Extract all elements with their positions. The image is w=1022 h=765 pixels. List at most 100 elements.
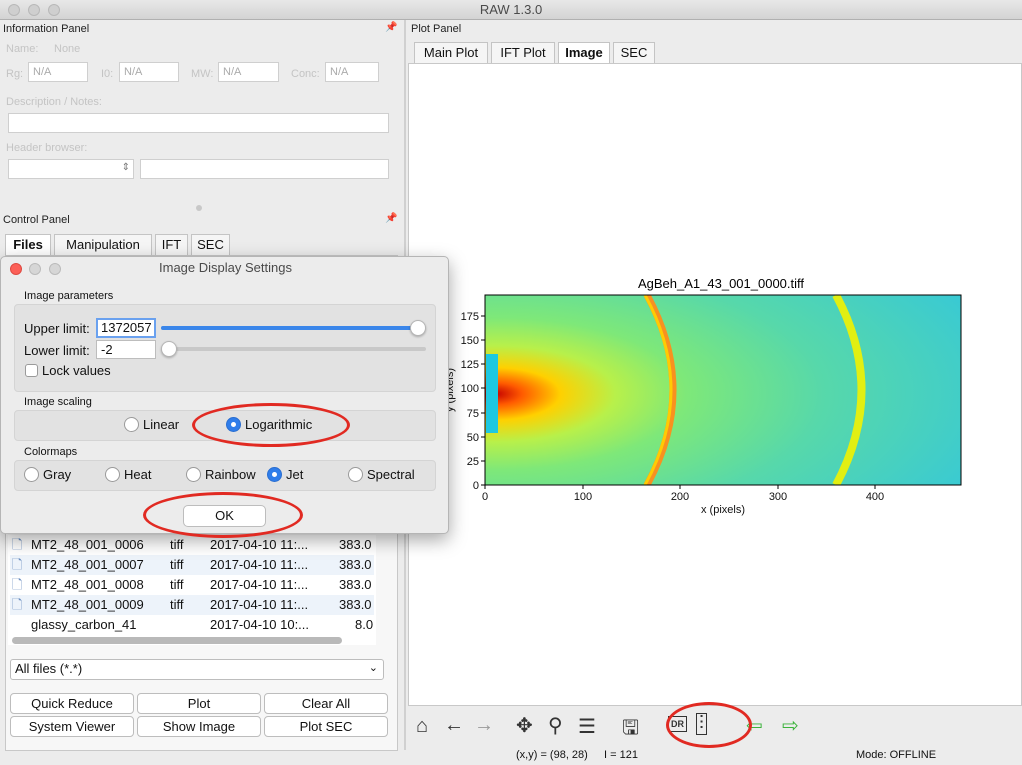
image-settings-icon[interactable]: ⫶ [696,713,707,735]
tab-image[interactable]: Image [558,42,610,63]
horizontal-scrollbar[interactable] [12,637,342,644]
stepper-icon: ⇕ [121,162,130,173]
file-icon: 🗋 [12,537,23,552]
sliders-icon[interactable]: ☰ [578,714,596,739]
spectral-label: Spectral [367,467,415,482]
image-background [485,295,961,485]
header-browser-label: Header browser: [6,142,88,154]
list-item[interactable]: 🗋 MT2_48_001_0007 tiff 2017-04-10 11:...… [10,555,374,575]
information-panel-title: Information Panel [3,23,90,35]
beamstop-shadow [486,354,498,433]
file-filter-select[interactable]: All files (*.*) ⌄ [10,659,384,680]
tab-ift[interactable]: IFT [155,234,188,255]
mode-status: Mode: OFFLINE [856,749,937,761]
save-icon[interactable]: 🖫 [622,713,639,747]
forward-arrow-icon[interactable]: → [474,714,494,737]
image-parameters-label: Image parameters [24,290,114,302]
tab-ift-plot[interactable]: IFT Plot [491,42,555,63]
y-tick-label: 75 [467,408,479,420]
show-image-button[interactable]: Show Image [137,716,261,737]
window-titlebar: RAW 1.3.0 [0,0,1022,20]
file-filter-value: All files (*.*) [15,661,83,676]
heat-radio[interactable] [105,467,120,482]
logarithmic-label: Logarithmic [245,417,313,432]
list-item[interactable]: 🗋 MT2_48_001_0009 tiff 2017-04-10 11:...… [10,595,374,615]
dialog-title: Image Display Settings [159,260,292,275]
rg-field[interactable]: N/A [28,62,88,82]
upper-limit-slider[interactable] [410,320,426,336]
description-field[interactable] [8,113,389,133]
window-title: RAW 1.3.0 [479,2,543,17]
gray-radio[interactable] [24,467,39,482]
home-icon[interactable]: ⌂ [416,715,428,738]
lock-values-label: Lock values [42,363,111,378]
zoom-icon[interactable]: ⚲ [548,713,563,738]
minimize-window-icon[interactable] [28,4,40,16]
file-icon: 🗋 [12,557,23,572]
detector-image [485,295,961,485]
rainbow-label: Rainbow [205,467,256,482]
tab-sec[interactable]: SEC [613,42,655,63]
next-green-icon[interactable]: ⇨ [782,713,799,738]
description-label: Description / Notes: [6,96,102,108]
header-browser-select[interactable]: ⇕ [8,159,134,179]
chevron-down-icon: ⌄ [368,662,378,674]
image-plot-area[interactable]: AgBeh_A1_43_001_0000.tiff 0 100 200 300 … [408,63,1022,706]
gray-label: Gray [43,467,72,482]
tab-main-plot[interactable]: Main Plot [414,42,488,63]
upper-limit-track [161,320,426,336]
dr-icon[interactable]: DR [668,716,687,732]
tab-sec[interactable]: SEC [191,234,230,255]
image-figure: AgBeh_A1_43_001_0000.tiff 0 100 200 300 … [444,276,962,516]
system-viewer-button[interactable]: System Viewer [10,716,134,737]
x-tick-label: 100 [574,491,592,503]
x-tick-label: 200 [671,491,689,503]
linear-radio[interactable] [124,417,139,432]
spectral-radio[interactable] [348,467,363,482]
image-display-settings-dialog: Image Display Settings Image parameters … [0,256,449,534]
header-value-field[interactable] [140,159,389,179]
linear-label: Linear [143,417,180,432]
quick-reduce-button[interactable]: Quick Reduce [10,693,134,714]
file-list[interactable]: 🗋 MT2_48_001_0006 tiff 2017-04-10 11:...… [8,535,376,645]
logarithmic-radio[interactable] [226,417,241,432]
back-arrow-icon[interactable]: ← [444,714,464,737]
image-scaling-group [14,410,436,441]
conc-field[interactable]: N/A [325,62,379,82]
plot-sec-button[interactable]: Plot SEC [264,716,388,737]
plot-button[interactable]: Plot [137,693,261,714]
tab-manipulation[interactable]: Manipulation [54,234,152,255]
mw-field[interactable]: N/A [218,62,279,82]
rainbow-radio[interactable] [186,467,201,482]
pin-icon[interactable]: 📌 [385,22,397,33]
lower-limit-field[interactable]: -2 [96,340,156,359]
ok-button[interactable]: OK [183,505,266,527]
lower-limit-slider[interactable] [161,341,177,357]
jet-radio[interactable] [267,467,282,482]
list-item[interactable]: glassy_carbon_41 2017-04-10 10:... 8.0 [10,615,374,635]
lock-values-checkbox[interactable] [25,364,38,377]
i0-field[interactable]: N/A [119,62,179,82]
control-panel-title: Control Panel [3,214,70,226]
list-item[interactable]: 🗋 MT2_48_001_0006 tiff 2017-04-10 11:...… [10,535,374,555]
clear-all-button[interactable]: Clear All [264,693,388,714]
plot-toolbar: ⌂ ← → ✥ ⚲ ☰ 🖫 DR ⫶ ⇦ ⇨ [408,706,1022,748]
close-window-icon[interactable] [8,4,20,16]
upper-limit-field[interactable]: 1372057 [96,318,156,338]
pan-icon[interactable]: ✥ [516,713,533,738]
y-axis-ticks: 0 25 50 75 100 125 150 175 [461,311,485,492]
list-item[interactable]: 🗋 MT2_48_001_0008 tiff 2017-04-10 11:...… [10,575,374,595]
x-tick-label: 400 [866,491,884,503]
tab-files[interactable]: Files [5,234,51,255]
lower-limit-track [161,341,426,357]
y-tick-label: 150 [461,335,479,347]
zoom-window-icon[interactable] [48,4,60,16]
file-icon: 🗋 [12,597,23,612]
i0-label: I0: [101,68,114,80]
image-scaling-label: Image scaling [24,396,92,408]
y-tick-label: 25 [467,456,479,468]
file-icon: 🗋 [12,577,23,592]
prev-green-icon[interactable]: ⇦ [746,713,763,738]
conc-label: Conc: [291,68,320,80]
pin-icon[interactable]: 📌 [385,213,397,224]
